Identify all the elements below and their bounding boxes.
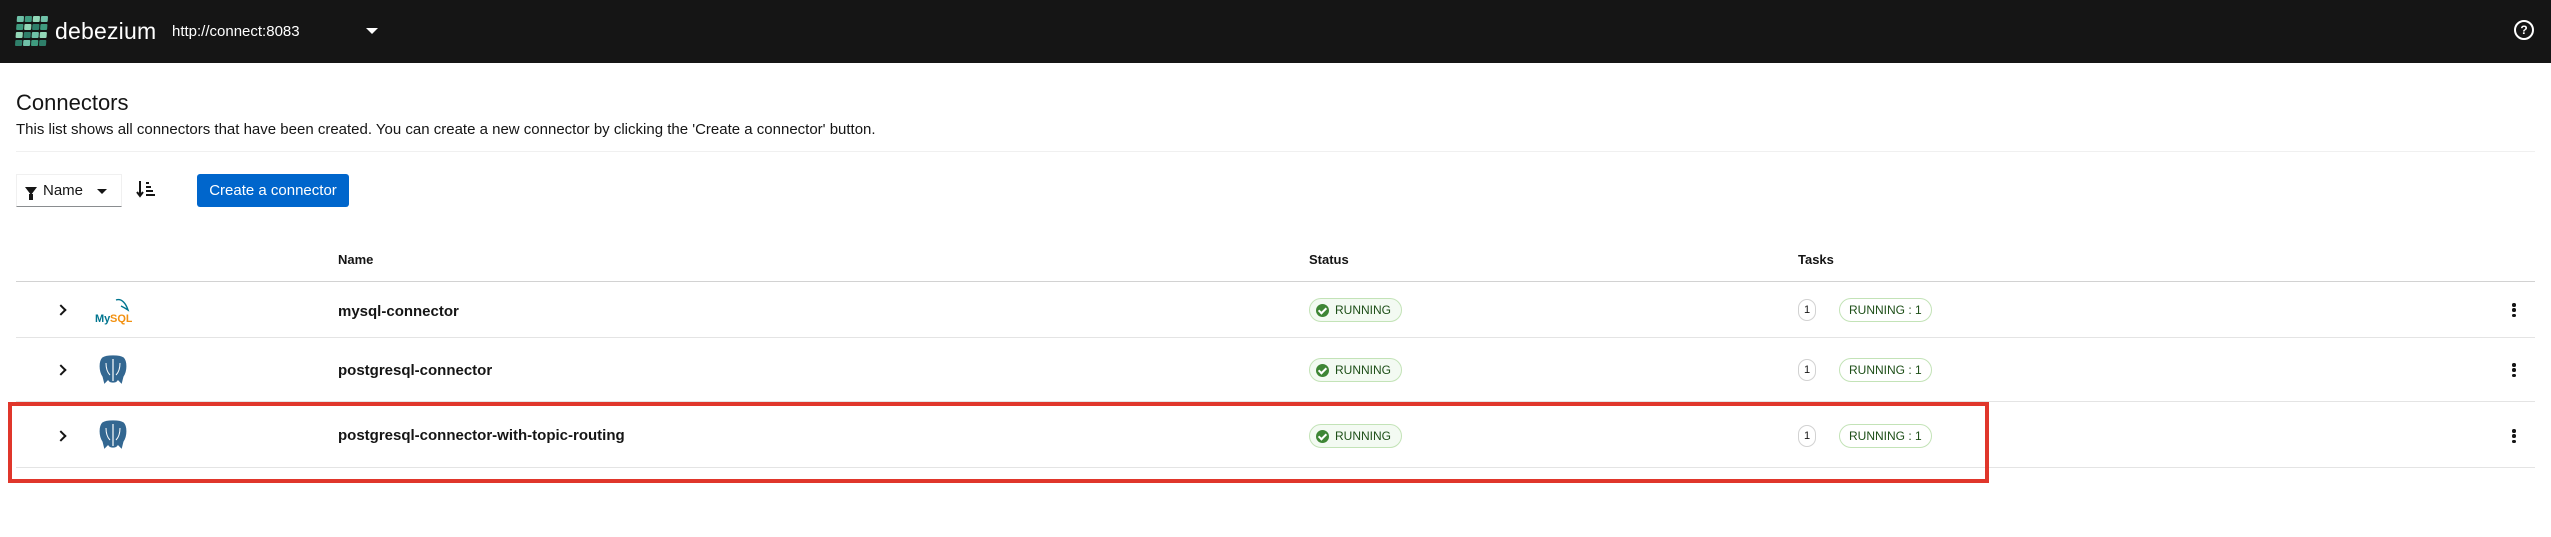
task-status-badge: RUNNING : 1 [1839,358,1932,382]
table-row[interactable]: postgresql-connector-with-topic-routing … [16,402,2535,468]
postgresql-logo-icon [98,419,128,452]
table-row[interactable]: postgresql-connector RUNNING 1 RUNNING :… [16,338,2535,402]
help-circle-icon[interactable]: ? [2514,20,2534,40]
task-status-badge: RUNNING : 1 [1839,424,1932,448]
page-title: Connectors [16,90,129,115]
chevron-right-icon[interactable] [54,428,70,444]
check-circle-icon [1316,363,1329,377]
brand[interactable]: debezium [14,13,157,49]
connector-name[interactable]: postgresql-connector-with-topic-routing [338,427,625,444]
kebab-menu-icon[interactable] [2506,426,2522,446]
filter-label: Name [43,182,84,199]
filter-icon [25,186,37,200]
column-header-status[interactable]: Status [1309,252,1349,267]
task-count-badge: 1 [1798,425,1816,447]
status-label: RUNNING [1335,363,1391,377]
status-badge: RUNNING [1309,358,1402,382]
svg-text:SQL: SQL [110,313,132,325]
chevron-right-icon[interactable] [54,362,70,378]
svg-text:My: My [95,313,111,325]
cluster-url: http://connect:8083 [172,22,300,40]
table-row[interactable]: My SQL mysql-connector RUNNING 1 RUNNING… [16,282,2535,338]
create-connector-button[interactable]: Create a connector [197,174,349,207]
caret-down-icon [366,28,378,34]
filter-attribute-select[interactable]: Name [16,174,122,207]
row-divider [16,467,2535,468]
task-count-badge: 1 [1798,359,1816,381]
check-circle-icon [1316,429,1329,443]
mysql-logo-icon: My SQL [95,298,132,325]
kebab-menu-icon[interactable] [2506,360,2522,380]
check-circle-icon [1316,303,1329,317]
connector-name[interactable]: mysql-connector [338,303,459,320]
chevron-right-icon[interactable] [54,302,70,318]
brand-name: debezium [55,17,157,44]
divider [16,151,2535,152]
sort-amount-down-icon[interactable] [135,178,157,200]
page-description: This list shows all connectors that have… [16,121,876,138]
column-header-name[interactable]: Name [338,252,373,267]
task-count-badge: 1 [1798,299,1816,321]
caret-down-icon [97,189,107,194]
task-status-badge: RUNNING : 1 [1839,298,1932,322]
debezium-logo-icon [14,16,49,46]
column-header-tasks[interactable]: Tasks [1798,252,1834,267]
status-label: RUNNING [1335,429,1391,443]
status-badge: RUNNING [1309,424,1402,448]
masthead: debezium http://connect:8083 ? [0,0,2551,63]
status-badge: RUNNING [1309,298,1402,322]
postgresql-logo-icon [98,354,128,387]
kebab-menu-icon[interactable] [2506,300,2522,320]
status-label: RUNNING [1335,303,1391,317]
cluster-select[interactable]: http://connect:8083 [172,16,388,46]
connector-name[interactable]: postgresql-connector [338,362,492,379]
